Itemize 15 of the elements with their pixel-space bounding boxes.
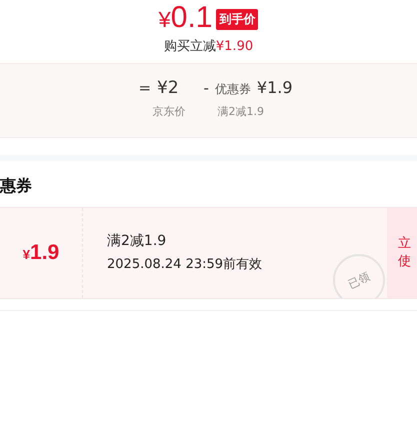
final-price-tag: 到手价 [216, 8, 258, 30]
breakdown-label: 优惠券 [214, 81, 251, 98]
claimed-stamp: 已领 [333, 254, 385, 298]
coupon-amount: ¥1.9 [22, 241, 60, 265]
saving-text: 购买立减¥1.90 [164, 38, 254, 55]
breakdown-caption: 满2减1.9 [216, 104, 265, 119]
operator: - [203, 79, 209, 97]
coupon-validity: 2025.08.24 23:59前有效 [107, 256, 264, 273]
use-coupon-button[interactable]: 立 使 [387, 208, 417, 298]
coupon-condition: 满2减1.9 [107, 232, 168, 250]
breakdown-value: ¥2 [157, 78, 179, 98]
operator: = [138, 79, 152, 97]
breakdown-value: ¥1.9 [256, 78, 293, 97]
breakdown-caption: 京东价 [151, 104, 186, 119]
final-price: ¥0.1 [158, 1, 212, 36]
